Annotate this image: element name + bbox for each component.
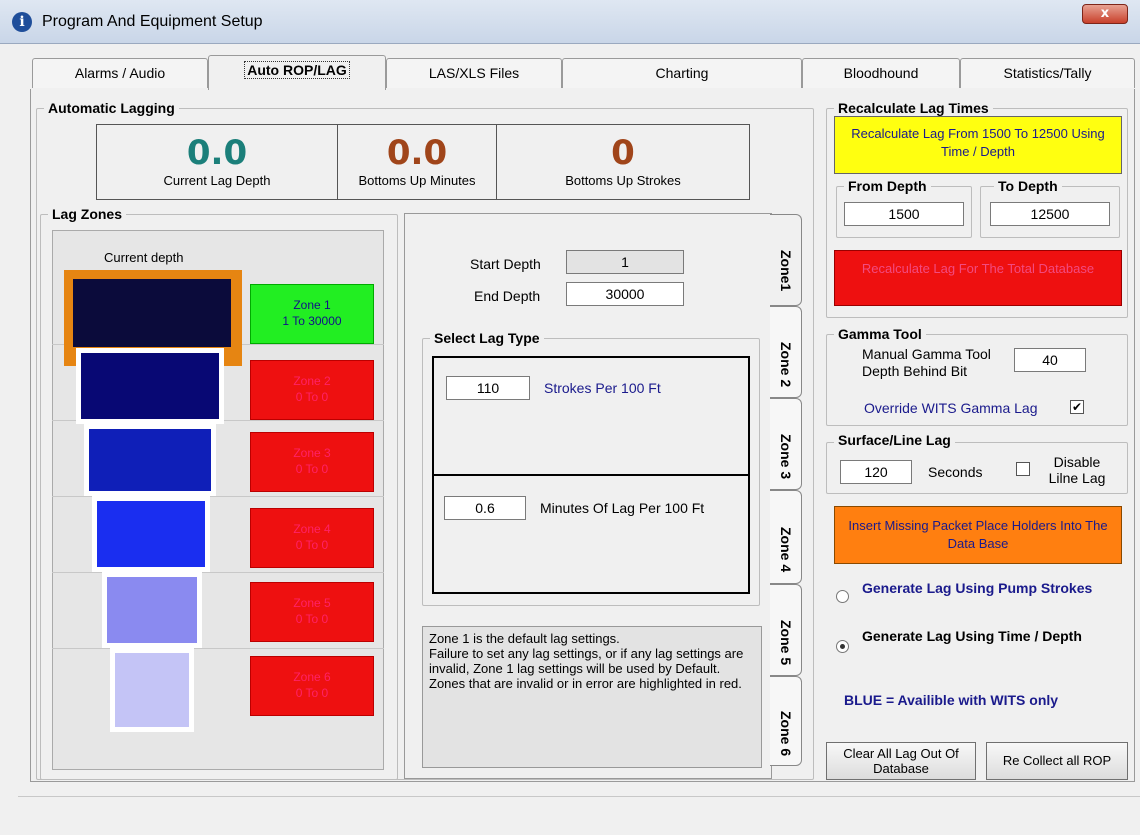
bottoms-up-strokes-value: 0	[611, 133, 635, 173]
zone-button-name: Zone 6	[293, 670, 331, 684]
zone-1-button[interactable]: Zone 1 1 To 30000	[250, 284, 374, 344]
tab-charting[interactable]: Charting	[562, 58, 802, 88]
side-tab-label: Zone 2	[778, 342, 794, 388]
zone-4-button[interactable]: Zone 4 0 To 0	[250, 508, 374, 568]
time-depth-label: Generate Lag Using Time / Depth	[862, 628, 1082, 644]
side-tab-label: Zone 3	[778, 434, 794, 480]
pump-strokes-radio[interactable]	[836, 590, 849, 603]
from-depth-label: From Depth	[844, 178, 931, 194]
current-depth-label: Current depth	[104, 250, 184, 265]
gamma-tool-label: Manual Gamma Tool Depth Behind Bit	[862, 346, 991, 379]
zone-button-range: 0 To 0	[295, 462, 329, 476]
wits-note: BLUE = Availible with WITS only	[844, 692, 1059, 708]
side-tab-label: Zone1	[778, 250, 794, 292]
side-tab-label: Zone 6	[778, 711, 794, 757]
current-lag-depth-cell: 0.0 Current Lag Depth	[96, 124, 338, 200]
zone-button-range: 0 To 0	[295, 686, 329, 700]
zone-3-button[interactable]: Zone 3 0 To 0	[250, 432, 374, 492]
end-depth-field[interactable]: 30000	[566, 282, 684, 306]
lag-zone-block	[102, 572, 202, 648]
start-depth-field[interactable]: 1	[566, 250, 684, 274]
tab-bloodhound[interactable]: Bloodhound	[802, 58, 960, 88]
time-depth-radio[interactable]	[836, 640, 849, 653]
bottoms-up-minutes-value: 0.0	[386, 133, 448, 173]
zone-button-name: Zone 1	[293, 298, 331, 312]
clear-all-lag-button[interactable]: Clear All Lag Out Of Database	[826, 742, 976, 780]
window-title: Program And Equipment Setup	[42, 13, 263, 30]
zone-button-range: 0 To 0	[295, 612, 329, 626]
pump-strokes-label: Generate Lag Using Pump Strokes	[862, 580, 1093, 596]
zone-button-range: 1 To 30000	[282, 314, 342, 328]
info-icon: i	[12, 12, 32, 32]
recalculate-total-button[interactable]: Recalculate Lag For The Total Database	[834, 250, 1122, 306]
side-tab-zone-3[interactable]: Zone 3	[770, 398, 802, 490]
zone-help-note: Zone 1 is the default lag settings. Fail…	[422, 626, 762, 768]
lag-type-divider	[432, 474, 750, 476]
bottoms-up-strokes-cell: 0 Bottoms Up Strokes	[496, 124, 750, 200]
gamma-tool-title: Gamma Tool	[834, 326, 926, 342]
side-tab-label: Zone 4	[778, 527, 794, 573]
minutes-per-100ft-field[interactable]: 0.6	[444, 496, 526, 520]
from-depth-field[interactable]: 1500	[844, 202, 964, 226]
to-depth-label: To Depth	[994, 178, 1062, 194]
recalculate-range-button[interactable]: Recalculate Lag From 1500 To 12500 Using…	[834, 116, 1122, 174]
zone-5-button[interactable]: Zone 5 0 To 0	[250, 582, 374, 642]
lag-zone-block	[70, 276, 234, 350]
automatic-lagging-title: Automatic Lagging	[44, 100, 179, 116]
zone-button-range: 0 To 0	[295, 538, 329, 552]
tab-auto-rop-lag-label: Auto ROP/LAG	[244, 61, 350, 79]
surface-lag-seconds-field[interactable]: 120	[840, 460, 912, 484]
minutes-per-100ft-label: Minutes Of Lag Per 100 Ft	[540, 500, 705, 516]
side-tab-zone-6[interactable]: Zone 6	[770, 676, 802, 766]
tab-las-xls-files[interactable]: LAS/XLS Files	[386, 58, 562, 88]
tab-auto-rop-lag[interactable]: Auto ROP/LAG	[208, 55, 386, 90]
side-tab-zone-1[interactable]: Zone1	[770, 214, 802, 306]
lag-zones-title: Lag Zones	[48, 206, 127, 222]
strokes-per-100ft-field[interactable]: 110	[446, 376, 530, 400]
end-depth-label: End Depth	[474, 288, 541, 304]
lag-zone-block	[92, 496, 210, 572]
override-wits-gamma-label: Override WITS Gamma Lag	[864, 400, 1038, 416]
zone-6-button[interactable]: Zone 6 0 To 0	[250, 656, 374, 716]
tab-statistics-tally[interactable]: Statistics/Tally	[960, 58, 1135, 88]
tab-alarms-audio[interactable]: Alarms / Audio	[32, 58, 208, 88]
lag-zone-block	[84, 424, 216, 496]
lag-zone-block	[76, 348, 224, 424]
zone-button-name: Zone 5	[293, 596, 331, 610]
disable-line-lag-label: Disable Lilne Lag	[1048, 454, 1106, 486]
zone-divider-line	[52, 648, 384, 649]
current-lag-depth-label: Current Lag Depth	[163, 173, 271, 188]
current-lag-depth-value: 0.0	[186, 133, 248, 173]
recalculate-lag-times-title: Recalculate Lag Times	[834, 100, 993, 116]
seconds-label: Seconds	[928, 464, 983, 480]
side-tab-zone-4[interactable]: Zone 4	[770, 490, 802, 584]
override-wits-gamma-checkbox[interactable]: ✔	[1070, 400, 1084, 414]
start-depth-label: Start Depth	[470, 256, 541, 272]
zone-button-range: 0 To 0	[295, 390, 329, 404]
to-depth-field[interactable]: 12500	[990, 202, 1110, 226]
bottoms-up-minutes-label: Bottoms Up Minutes	[358, 173, 476, 188]
status-divider	[18, 796, 1140, 797]
disable-line-lag-checkbox[interactable]	[1016, 462, 1030, 476]
zone-button-name: Zone 4	[293, 522, 331, 536]
zone-button-name: Zone 3	[293, 446, 331, 460]
lag-zone-block	[110, 648, 194, 732]
side-tab-zone-5[interactable]: Zone 5	[770, 584, 802, 676]
strokes-per-100ft-label: Strokes Per 100 Ft	[544, 380, 661, 396]
gamma-depth-field[interactable]: 40	[1014, 348, 1086, 372]
close-button[interactable]: x	[1082, 4, 1128, 24]
bottoms-up-minutes-cell: 0.0 Bottoms Up Minutes	[337, 124, 497, 200]
side-tab-zone-2[interactable]: Zone 2	[770, 306, 802, 398]
zone-2-button[interactable]: Zone 2 0 To 0	[250, 360, 374, 420]
surface-line-lag-title: Surface/Line Lag	[834, 432, 955, 448]
recollect-rop-button[interactable]: Re Collect all ROP	[986, 742, 1128, 780]
bottoms-up-strokes-label: Bottoms Up Strokes	[565, 173, 681, 188]
zone-button-name: Zone 2	[293, 374, 331, 388]
select-lag-type-title: Select Lag Type	[430, 330, 544, 346]
insert-placeholders-button[interactable]: Insert Missing Packet Place Holders Into…	[834, 506, 1122, 564]
side-tab-label: Zone 5	[778, 620, 794, 666]
